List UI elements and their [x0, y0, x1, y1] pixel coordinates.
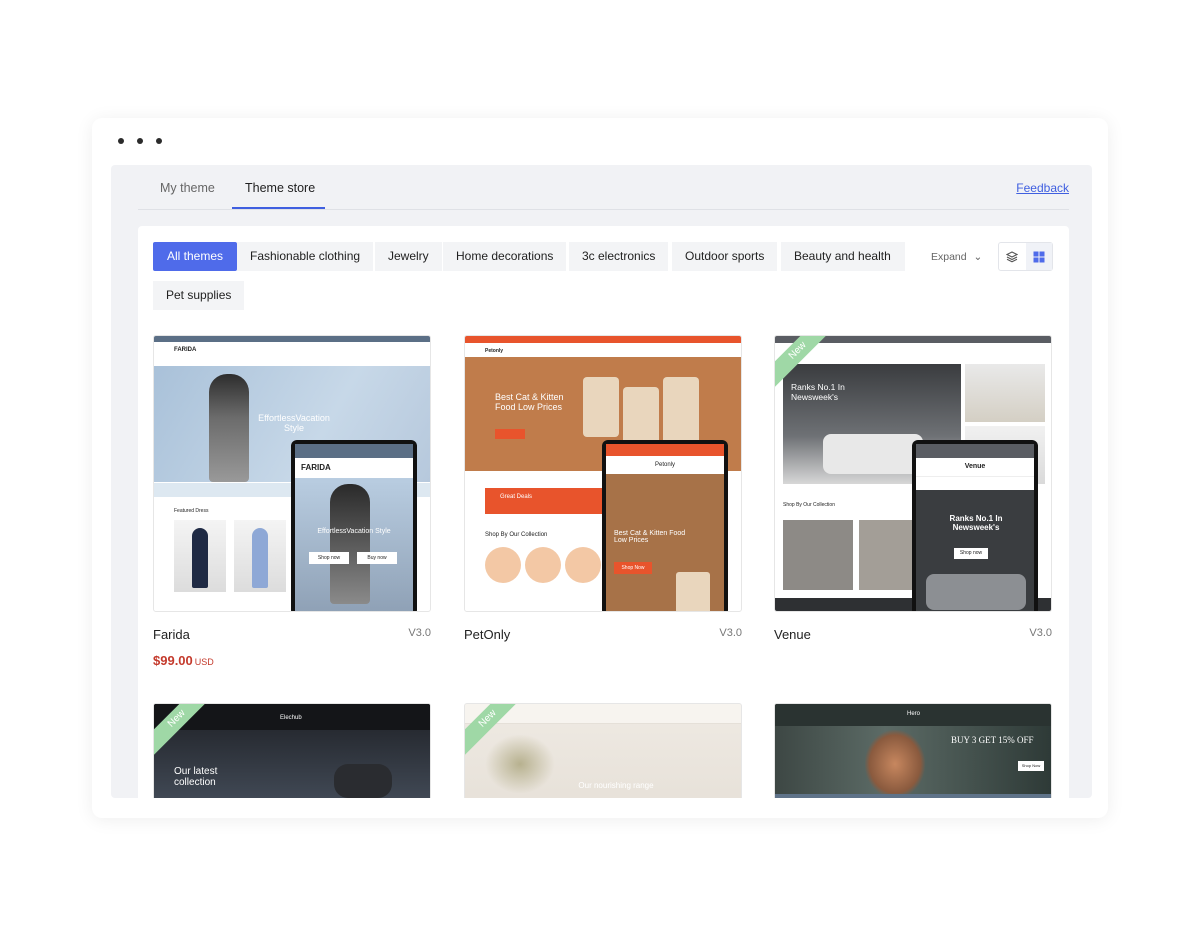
active-tab-indicator — [232, 207, 325, 209]
window-dot — [137, 138, 143, 144]
product-image — [174, 520, 226, 592]
plant-image — [485, 734, 555, 794]
collection-circle — [525, 547, 561, 583]
shop-now-button: Shop now — [954, 548, 988, 559]
collection-circle — [485, 547, 521, 583]
theme-card-elechub[interactable]: Elechub Our latest collection New — [153, 703, 431, 798]
browser-window: My theme Theme store Feedback All themes… — [92, 118, 1108, 818]
mobile-preview: FARIDA EffortlessVacation Style Shop now… — [291, 440, 417, 611]
preview-brand: Elechub — [280, 715, 302, 721]
preview-section: Shop By Our Collection — [485, 532, 548, 538]
tab-theme-store[interactable]: Theme store — [245, 181, 315, 195]
theme-card-venue[interactable]: Ranks No.1 In Newsweek's Shop By Our Col… — [774, 335, 1052, 642]
grid-icon — [1033, 251, 1045, 262]
theme-name: PetOnly — [464, 627, 511, 642]
grid-view-button[interactable] — [1025, 243, 1052, 270]
category-jewelry[interactable]: Jewelry — [375, 242, 442, 271]
theme-preview[interactable]: Elechub Our latest collection New — [153, 703, 431, 798]
preview-headline: EffortlessVacation Style — [258, 413, 330, 433]
preview-brand: Petonly — [485, 348, 504, 354]
expand-label: Expand — [931, 251, 967, 263]
theme-version: V3.0 — [719, 627, 742, 639]
preview-brand: FARIDA — [174, 347, 197, 353]
collection-circle — [565, 547, 601, 583]
expand-button[interactable]: Expand ⌄ — [931, 251, 982, 263]
theme-name: Venue — [774, 627, 811, 642]
tab-bar: My theme Theme store Feedback — [138, 165, 1069, 210]
category-3c-electronics[interactable]: 3c electronics — [569, 242, 669, 271]
mobile-brand: FARIDA — [301, 463, 331, 472]
theme-card-petonly[interactable]: Petonly Best Cat & Kitten Food Low Price… — [464, 335, 742, 642]
preview-topbar — [154, 336, 430, 342]
view-toggle — [998, 242, 1053, 271]
theme-store-panel: All themes Fashionable clothing Jewelry … — [138, 226, 1069, 798]
layers-view-button[interactable] — [999, 243, 1026, 270]
category-home-decorations[interactable]: Home decorations — [443, 242, 567, 271]
theme-name: Farida — [153, 627, 190, 642]
theme-preview[interactable]: Ranks No.1 In Newsweek's Shop By Our Col… — [774, 335, 1052, 612]
preview-headline: Best Cat & Kitten Food Low Prices — [495, 392, 564, 412]
mobile-preview: Petonly Best Cat & Kitten Food Low Price… — [602, 440, 728, 611]
window-dot — [156, 138, 162, 144]
preview-headline: BUY 3 GET 15% OFF — [951, 735, 1034, 745]
theme-card-farida[interactable]: FARIDA EffortlessVacation Style Featured… — [153, 335, 431, 668]
mobile-headline: EffortlessVacation Style — [317, 528, 391, 535]
category-outdoor-sports[interactable]: Outdoor sports — [672, 242, 778, 271]
price-currency: USD — [194, 657, 214, 667]
preview-brand: Hero — [907, 711, 921, 717]
window-controls — [118, 138, 162, 144]
mobile-headline: Best Cat & Kitten Food Low Prices — [614, 530, 686, 544]
model-figure — [209, 374, 249, 482]
theme-price: $99.00 USD — [153, 653, 214, 668]
theme-card-nourishing[interactable]: Our nourishing range New — [464, 703, 742, 798]
theme-version: V3.0 — [1029, 627, 1052, 639]
theme-preview[interactable]: Petonly Best Cat & Kitten Food Low Price… — [464, 335, 742, 612]
mobile-brand: Petonly — [606, 456, 724, 474]
category-beauty-and-health[interactable]: Beauty and health — [781, 242, 905, 271]
preview-headline: Our nourishing range — [578, 781, 654, 790]
feedback-link[interactable]: Feedback — [1016, 181, 1069, 195]
category-all-themes[interactable]: All themes — [153, 242, 237, 271]
mobile-preview: Venue Ranks No.1 In Newsweek's Shop now — [912, 440, 1038, 611]
theme-card-hero[interactable]: Hero BUY 3 GET 15% OFF Shop Now — [774, 703, 1052, 798]
mobile-headline: Ranks No.1 In Newsweek's — [949, 514, 1003, 532]
theme-preview[interactable]: Hero BUY 3 GET 15% OFF Shop Now — [774, 703, 1052, 798]
preview-header: Hero — [775, 704, 1051, 726]
earbuds-image — [334, 764, 392, 798]
tab-my-theme[interactable]: My theme — [160, 181, 215, 195]
great-deals-banner: Great Deals — [485, 488, 603, 514]
collection-image — [783, 520, 853, 590]
model-portrait — [865, 730, 925, 798]
preview-headline: Our latest collection — [174, 766, 218, 788]
theme-preview[interactable]: FARIDA EffortlessVacation Style Featured… — [153, 335, 431, 612]
shop-now-button: Shop Now — [614, 562, 652, 574]
app-content: My theme Theme store Feedback All themes… — [111, 165, 1092, 798]
preview-image — [965, 364, 1045, 422]
category-pet-supplies[interactable]: Pet supplies — [153, 281, 245, 310]
chevron-down-icon: ⌄ — [973, 251, 983, 263]
preview-topbar — [465, 336, 741, 343]
window-dot — [118, 138, 124, 144]
preview-section: Shop By Our Collection — [783, 502, 835, 508]
shop-now-button: Shop now — [309, 552, 349, 564]
mobile-brand: Venue — [916, 458, 1034, 476]
layers-icon — [1006, 250, 1019, 262]
theme-preview[interactable]: Our nourishing range New — [464, 703, 742, 798]
theme-version: V3.0 — [408, 627, 431, 639]
product-image — [234, 520, 286, 592]
preview-strip — [775, 794, 1051, 798]
preview-section: Featured Dress — [174, 508, 209, 514]
preview-headline: Ranks No.1 In Newsweek's — [791, 382, 845, 402]
category-fashionable-clothing[interactable]: Fashionable clothing — [237, 242, 374, 271]
price-amount: $99.00 — [153, 653, 193, 668]
buy-now-button: Buy now — [357, 552, 397, 564]
shop-now-button: Shop Now — [1018, 761, 1044, 771]
